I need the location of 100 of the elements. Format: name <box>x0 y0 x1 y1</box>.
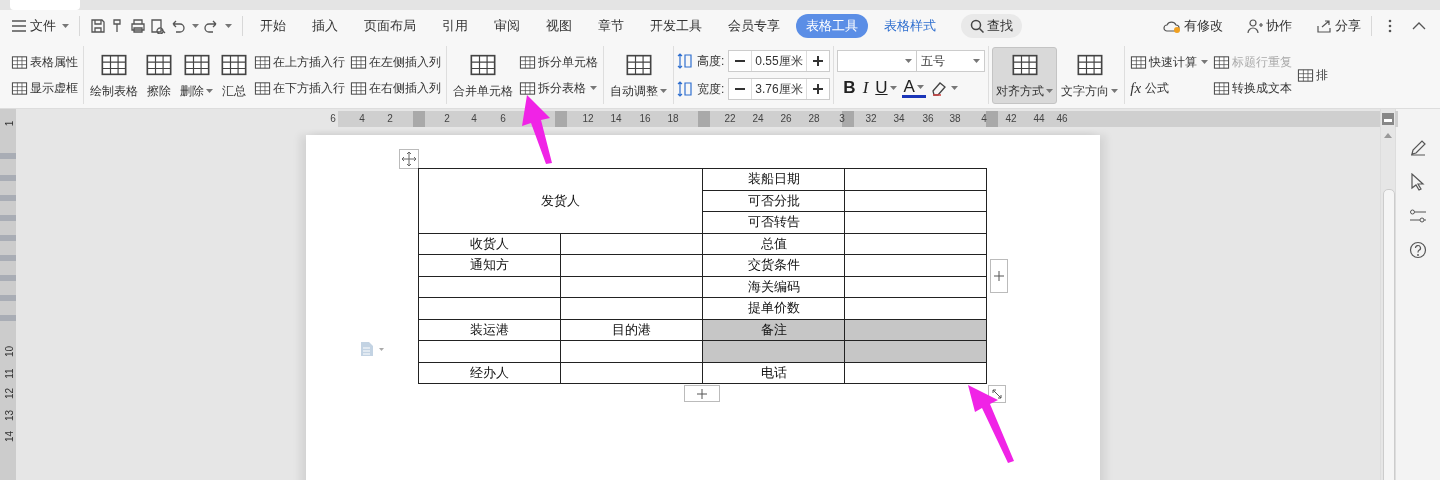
plus-icon <box>813 84 824 94</box>
resize-icon <box>992 389 1002 399</box>
ribbon-tab[interactable]: 开发工具 <box>640 14 712 38</box>
ribbon-button[interactable]: 拆分单元格 <box>517 51 600 73</box>
toolbar-action[interactable]: 有修改 <box>1157 16 1229 36</box>
table-cell: 电话 <box>702 362 845 384</box>
toolbar-action[interactable]: 分享 <box>1310 16 1367 36</box>
table-cell: 交货条件 <box>702 254 845 276</box>
table-icon <box>1213 53 1231 71</box>
column-marker[interactable] <box>986 111 998 127</box>
ruler-toggle-icon[interactable] <box>1382 113 1394 125</box>
ribbon-button[interactable]: 排 <box>1295 64 1331 86</box>
ruler-number: 13 <box>3 408 15 423</box>
ribbon-tab[interactable]: 引用 <box>432 14 478 38</box>
ruler-number: 42 <box>1005 113 1017 124</box>
table-icon <box>519 53 536 71</box>
ribbon-button[interactable]: 快速计算 <box>1128 51 1211 73</box>
ribbon-button[interactable]: 拆分表格 <box>517 77 600 99</box>
preview-icon[interactable] <box>150 18 166 34</box>
ribbon-button[interactable]: 文字方向 <box>1058 47 1122 103</box>
ribbon-button[interactable]: 自动调整 <box>607 47 670 103</box>
ribbon-tab[interactable]: 章节 <box>588 14 634 38</box>
spinner[interactable]: 3.76厘米 <box>728 78 831 100</box>
ribbon-button[interactable]: 绘制表格 <box>87 47 141 103</box>
collapse-icon[interactable] <box>1412 22 1426 30</box>
table-cell: 通知方 <box>418 254 561 276</box>
help-icon[interactable] <box>1409 241 1427 259</box>
ribbon-button[interactable]: 删除 <box>177 47 216 103</box>
column-marker[interactable] <box>698 111 710 127</box>
field-label: 高度: <box>697 52 725 70</box>
ribbon-button[interactable]: fx 公式 <box>1128 77 1211 99</box>
ribbon-button[interactable]: 在上方插入行 <box>252 51 347 73</box>
pen-icon[interactable] <box>1409 139 1427 157</box>
move-handle[interactable] <box>399 149 419 169</box>
font-size-field[interactable]: 五号 <box>917 50 986 72</box>
ruler-number: 44 <box>1033 113 1045 124</box>
font-name-field[interactable] <box>837 50 918 72</box>
print-icon[interactable] <box>130 18 146 34</box>
ribbon-tab[interactable]: 开始 <box>250 14 296 38</box>
table-icon <box>254 53 271 71</box>
file-menu[interactable]: 文件 <box>6 15 75 37</box>
ribbon-tab[interactable]: 插入 <box>302 14 348 38</box>
caret-icon <box>62 24 69 28</box>
format-button[interactable]: A <box>901 78 926 98</box>
column-marker[interactable] <box>413 111 425 127</box>
ruler-mark <box>0 275 16 281</box>
ruler-number: 2 <box>387 113 393 124</box>
ribbon-tab[interactable]: 表格样式 <box>874 14 946 38</box>
caret-icon <box>225 24 232 28</box>
save-icon[interactable] <box>90 18 106 34</box>
format-button[interactable]: U <box>873 78 899 98</box>
ruler-number: 1 <box>3 119 15 129</box>
ruler-number: 4 <box>471 113 477 124</box>
ribbon-button[interactable]: 显示虚框 <box>9 77 80 99</box>
ruler-mark <box>0 295 16 301</box>
menu-icon <box>12 20 26 32</box>
table-icon <box>254 79 271 97</box>
ruler-mark <box>0 235 16 241</box>
ruler-number: 6 <box>500 113 506 124</box>
sliders-icon[interactable] <box>1409 207 1427 225</box>
ruler-number: 26 <box>780 113 792 124</box>
ribbon-button[interactable]: 在右侧插入列 <box>348 77 443 99</box>
ribbon-button[interactable]: 表格属性 <box>9 51 80 73</box>
format-button[interactable]: I <box>860 78 871 98</box>
cursor-icon[interactable] <box>1409 173 1427 191</box>
caret-icon <box>192 24 199 28</box>
plus-icon <box>994 271 1004 281</box>
ribbon-button[interactable]: 合并单元格 <box>450 47 516 103</box>
table-cell: 海关编码 <box>702 276 845 298</box>
ruler-number: 2 <box>444 113 450 124</box>
spinner[interactable]: 0.55厘米 <box>728 50 831 72</box>
move-icon <box>402 152 416 166</box>
column-marker[interactable] <box>555 111 567 127</box>
format-button[interactable]: B <box>841 78 858 98</box>
size-field[interactable]: 3.76厘米 <box>751 79 808 99</box>
redo-icon[interactable] <box>203 18 219 34</box>
undo-icon[interactable] <box>170 18 186 34</box>
ruler-number: 14 <box>3 429 15 444</box>
annotation-arrow <box>522 95 552 164</box>
ribbon-button[interactable]: 转换成文本 <box>1211 77 1295 99</box>
search-button[interactable]: 查找 <box>961 14 1022 38</box>
table-icon <box>11 79 28 97</box>
ribbon-tab[interactable]: 页面布局 <box>354 14 426 38</box>
ribbon-button[interactable]: 汇总 <box>217 47 251 103</box>
ruler-number: 38 <box>949 113 961 124</box>
resize-icon <box>677 81 693 97</box>
ribbon-button[interactable]: 对齐方式 <box>992 46 1058 104</box>
ribbon-button[interactable]: 在下方插入行 <box>252 77 347 99</box>
ribbon-tab[interactable]: 审阅 <box>484 14 530 38</box>
ribbon-tab[interactable]: 会员专享 <box>718 14 790 38</box>
scrollbar-thumb[interactable] <box>1383 189 1395 480</box>
toolbar-action[interactable]: 协作 <box>1241 16 1298 36</box>
ruler-number: 12 <box>582 113 594 124</box>
ribbon-button[interactable]: 在左侧插入列 <box>348 51 443 73</box>
ribbon-button[interactable]: 擦除 <box>142 47 176 103</box>
search-icon <box>970 19 984 33</box>
ribbon-tab[interactable]: 视图 <box>536 14 582 38</box>
resize-icon <box>677 53 693 69</box>
size-field[interactable]: 0.55厘米 <box>751 51 808 71</box>
table-cell: 提单价数 <box>702 297 845 319</box>
